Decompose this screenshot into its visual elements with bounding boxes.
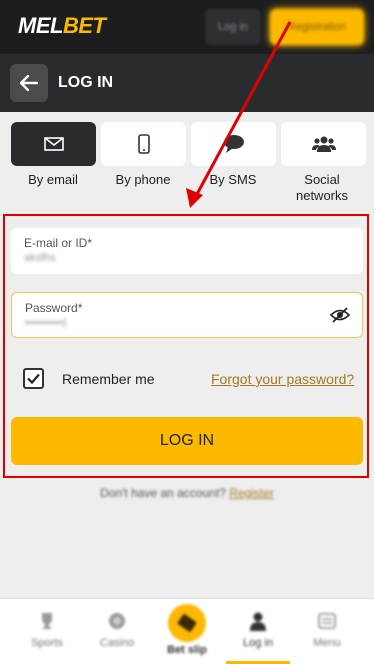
- tab-label-social-networks: Social networks: [295, 172, 349, 203]
- envelope-icon: [43, 137, 64, 151]
- nav-log-in[interactable]: Log in: [227, 599, 289, 664]
- checkmark-icon: [27, 373, 40, 384]
- login-subheader: LOG IN: [0, 54, 374, 112]
- chat-bubble-icon: [223, 135, 244, 153]
- melbet-logo[interactable]: MELBET: [18, 13, 106, 39]
- nav-log-in-label: Log in: [243, 637, 273, 649]
- phone-icon: [137, 134, 150, 154]
- bet-slip-button[interactable]: [168, 604, 206, 642]
- remember-me-label[interactable]: Remember me: [62, 371, 155, 387]
- nav-menu-label: Menu: [313, 637, 341, 649]
- ticket-icon: [177, 614, 197, 632]
- nav-casino[interactable]: Casino: [86, 599, 148, 664]
- top-bar: MELBET Log in Registration: [0, 0, 374, 54]
- arrow-left-icon: [20, 75, 38, 91]
- remember-me-checkbox[interactable]: [23, 368, 44, 389]
- password-field[interactable]: Password* ••••••••••|: [11, 292, 363, 338]
- page-title: LOG IN: [58, 74, 114, 91]
- tab-by-email[interactable]: [11, 122, 96, 166]
- user-icon: [250, 612, 266, 631]
- trophy-icon: [42, 613, 52, 629]
- tab-label-by-phone: By phone: [115, 172, 171, 187]
- hide-password-icon[interactable]: [329, 307, 351, 328]
- no-account-row: Don't have an account? Register: [0, 486, 374, 500]
- bet-slip-label: Bet slip: [167, 644, 207, 656]
- tab-by-phone[interactable]: [101, 122, 186, 166]
- register-link[interactable]: Register: [229, 486, 274, 500]
- header-login-button[interactable]: Log in: [205, 9, 261, 45]
- tab-by-sms[interactable]: [191, 122, 276, 166]
- password-field-label: Password*: [25, 301, 83, 315]
- password-field-value[interactable]: ••••••••••|: [25, 317, 66, 329]
- nav-menu[interactable]: Menu: [296, 599, 358, 664]
- no-account-text: Don't have an account?: [100, 486, 226, 500]
- tab-social-networks[interactable]: [281, 122, 366, 166]
- login-submit-button[interactable]: LOG IN: [11, 417, 363, 465]
- nav-sports-label: Sports: [31, 637, 63, 649]
- email-field-value[interactable]: aksfhs: [24, 252, 56, 264]
- chip-icon: [109, 613, 125, 629]
- tab-label-by-sms: By SMS: [209, 172, 257, 187]
- forgot-password-link[interactable]: Forgot your password?: [211, 371, 354, 387]
- logo-part1: MEL: [18, 13, 63, 38]
- tab-label-by-email: By email: [28, 172, 78, 187]
- email-field-label: E-mail or ID*: [24, 236, 93, 250]
- logo-part2: BET: [62, 13, 106, 38]
- email-field[interactable]: E-mail or ID* aksfhs: [11, 228, 363, 274]
- nav-casino-label: Casino: [99, 637, 135, 649]
- menu-icon: [318, 613, 336, 629]
- nav-sports[interactable]: Sports: [16, 599, 78, 664]
- header-registration-button[interactable]: Registration: [270, 9, 364, 45]
- people-icon: [311, 136, 336, 152]
- back-button[interactable]: [10, 64, 48, 102]
